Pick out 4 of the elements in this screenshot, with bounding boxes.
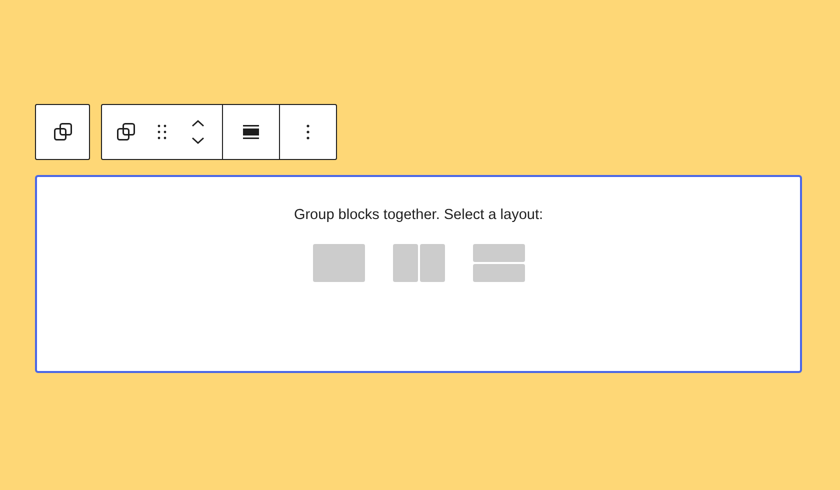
columns-layout-button[interactable] xyxy=(392,244,444,282)
single-layout-button[interactable] xyxy=(312,244,364,282)
rows-layout-button[interactable] xyxy=(472,244,524,282)
placeholder-instructions: Group blocks together. Select a layout: xyxy=(294,207,544,223)
